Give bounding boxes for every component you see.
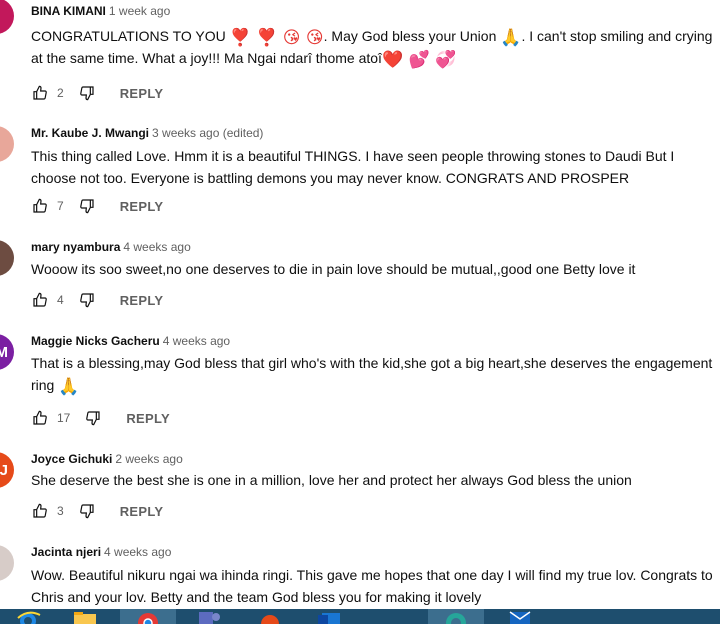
avatar-letter: M [0,343,8,361]
like-count: 4 [57,293,64,307]
thumb-up-icon[interactable] [31,291,49,309]
comment-actions: 3 REPLY [31,501,163,521]
comment-time[interactable]: 3 weeks ago (edited) [152,126,263,140]
avatar[interactable] [0,545,14,581]
taskbar [0,609,720,629]
mail-icon[interactable] [500,609,540,624]
comment-author[interactable]: mary nyambura [31,240,120,254]
comment-time[interactable]: 2 weeks ago [115,452,182,466]
praying-hands-icon: 🙏 [58,377,80,397]
reply-button[interactable]: REPLY [120,86,164,101]
comment-author[interactable]: BINA KIMANI [31,4,106,18]
edge-icon[interactable] [428,609,484,629]
comment-text: Wow. Beautiful nikuru ngai wa ihinda rin… [31,567,713,605]
like-count: 7 [57,199,64,213]
hearts-icon: ❤️ 💕 💞 [381,50,457,70]
comment-time[interactable]: 4 weeks ago [104,545,171,559]
like-count: 2 [57,86,64,100]
thumb-down-icon[interactable] [84,409,102,427]
comment-time[interactable]: 1 week ago [109,4,170,18]
outlook-icon[interactable] [310,609,350,624]
heart-exclamation-icon: ❣️ ❣️ 😘 😘 [229,28,324,48]
reply-button[interactable]: REPLY [126,411,170,426]
comment-actions: 2 REPLY [31,83,163,103]
comment-text: Wooow its soo sweet,no one deserves to d… [31,261,636,277]
thumb-up-icon[interactable] [31,409,49,427]
thumb-down-icon[interactable] [78,502,96,520]
comment-header: BINA KIMANI 1 week ago [31,4,170,18]
reply-button[interactable]: REPLY [120,293,164,308]
thumb-down-icon[interactable] [78,291,96,309]
comment-author[interactable]: Joyce Gichuki [31,452,112,466]
comment-author[interactable]: Mr. Kaube J. Mwangi [31,126,149,140]
thumb-up-icon[interactable] [31,502,49,520]
comment-text: CONGRATULATIONS TO YOU ❣️ ❣️ 😘 😘. May Go… [31,28,713,70]
office-icon[interactable] [250,609,290,629]
comment-author[interactable]: Jacinta njeri [31,545,101,559]
comment-text: This thing called Love. Hmm it is a beau… [31,148,675,186]
file-explorer-icon[interactable] [70,609,100,624]
comment-header: Maggie Nicks Gacheru 4 weeks ago [31,334,230,348]
comment-actions: 4 REPLY [31,290,163,310]
comment-header: Joyce Gichuki 2 weeks ago [31,452,183,466]
comment-time[interactable]: 4 weeks ago [163,334,230,348]
avatar[interactable]: M [0,334,14,370]
reply-button[interactable]: REPLY [120,199,164,214]
comment-author[interactable]: Maggie Nicks Gacheru [31,334,160,348]
thumb-up-icon[interactable] [31,197,49,215]
comment-header: Jacinta njeri 4 weeks ago [31,545,171,559]
avatar[interactable]: J [0,452,14,488]
comment-header: Mr. Kaube J. Mwangi 3 weeks ago (edited) [31,126,263,140]
thumb-down-icon[interactable] [78,84,96,102]
thumb-down-icon[interactable] [78,197,96,215]
chrome-icon[interactable] [120,609,176,629]
internet-explorer-icon[interactable] [14,609,42,629]
comment-actions: 17 REPLY [31,408,170,428]
teams-icon[interactable] [185,609,225,624]
avatar[interactable] [0,126,14,162]
comment-time[interactable]: 4 weeks ago [123,240,190,254]
comment-actions: 7 REPLY [31,196,163,216]
thumb-up-icon[interactable] [31,84,49,102]
praying-hands-icon: 🙏 [500,28,522,48]
avatar[interactable] [0,0,14,34]
comment-header: mary nyambura 4 weeks ago [31,240,191,254]
like-count: 3 [57,504,64,518]
avatar-letter: J [0,461,8,479]
comment-text: That is a blessing,may God bless that gi… [31,355,713,397]
like-count: 17 [57,411,71,425]
reply-button[interactable]: REPLY [120,504,164,519]
comment-text: She deserve the best she is one in a mil… [31,472,632,488]
avatar[interactable] [0,240,14,276]
